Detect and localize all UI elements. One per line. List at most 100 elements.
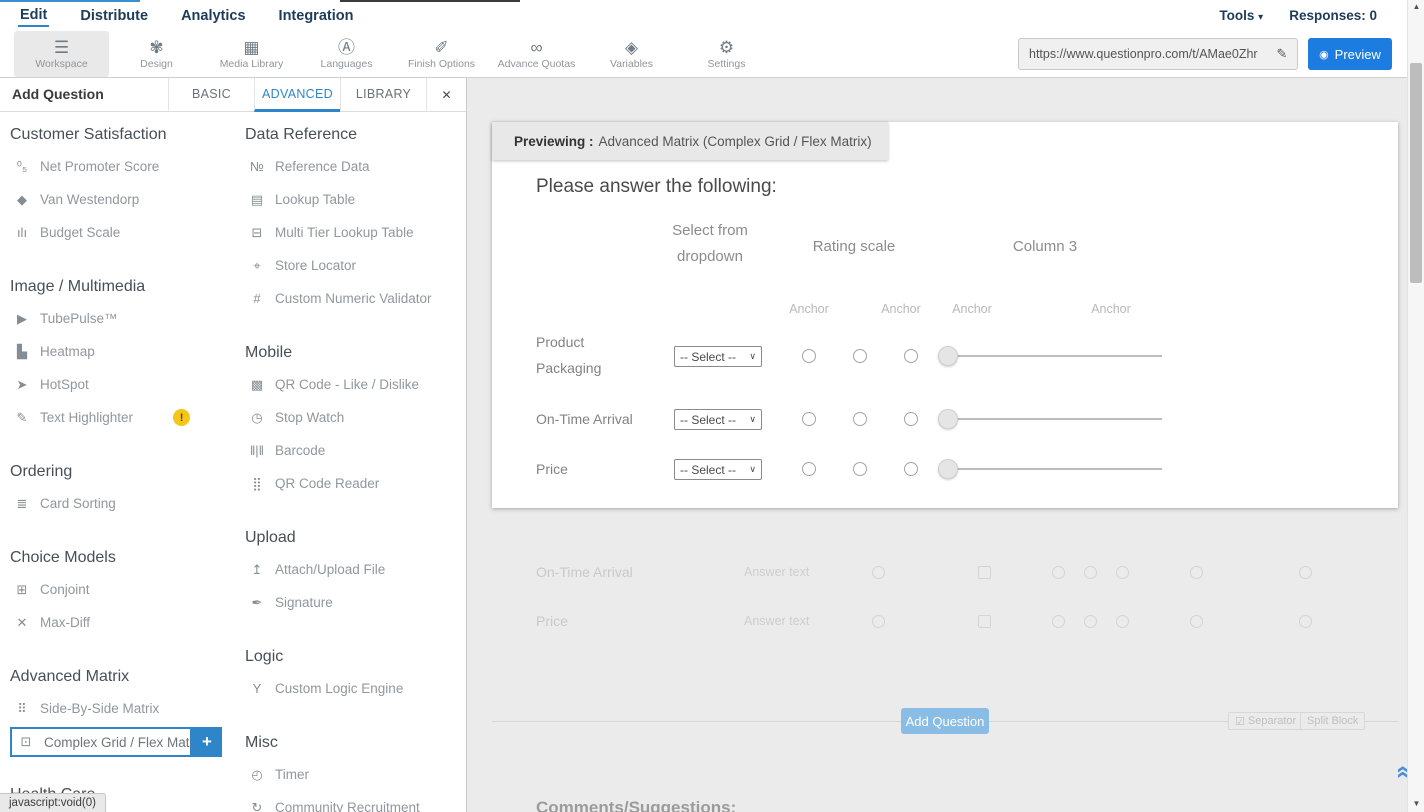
question-type-label: HotSpot [40, 377, 89, 392]
question-type-barcode[interactable]: ‖|‖Barcode [245, 434, 467, 467]
question-type-label: Custom Numeric Validator [275, 291, 432, 306]
question-type-store-locator[interactable]: ⌖Store Locator [245, 249, 467, 282]
matrix-dropdown-select[interactable]: -- Select --∨ [674, 459, 762, 480]
select-caret-icon: ∨ [749, 351, 756, 362]
question-type-qr-code-like-dislike[interactable]: ▩QR Code - Like / Dislike [245, 368, 467, 401]
matrix-dropdown-select[interactable]: -- Select --∨ [674, 409, 762, 430]
rating-radio-button[interactable] [904, 349, 918, 363]
slider-handle[interactable] [938, 459, 958, 479]
stop-watch-icon: ◷ [245, 410, 269, 426]
rating-radio-button[interactable] [802, 412, 816, 426]
survey-url-box: ✎ [1018, 38, 1298, 70]
question-type-community-recruitment[interactable]: ↻Community Recruitment [245, 791, 467, 812]
add-question-panel: Add Question BASICADVANCEDLIBRARY ✕ Cust… [0, 78, 467, 812]
nav-tab-analytics[interactable]: Analytics [179, 4, 247, 26]
question-type-hotspot[interactable]: ➤HotSpot [10, 368, 238, 401]
scroll-to-top-icon[interactable]: « [1394, 765, 1407, 778]
toolbar-item-languages[interactable]: ⒶLanguages [299, 31, 394, 77]
question-type-timer[interactable]: ◴Timer [245, 758, 467, 791]
toolbar-item-workspace[interactable]: ☰Workspace [14, 31, 109, 77]
rating-radio-button[interactable] [853, 412, 867, 426]
slider-track [938, 468, 1162, 470]
survey-preview-inner: Previewing : Advanced Matrix (Complex Gr… [492, 78, 1398, 812]
toolbar-item-label: Settings [708, 58, 746, 70]
question-type-qr-code-reader[interactable]: ⣿QR Code Reader [245, 467, 467, 500]
matrix-column-header-1: Select from dropdown [650, 218, 770, 270]
chevron-down-icon: ▾ [1258, 12, 1263, 23]
question-type-net-promoter-score[interactable]: ⁰₅Net Promoter Score [10, 150, 238, 183]
nav-tab-integration[interactable]: Integration [277, 4, 356, 26]
preview-button[interactable]: ◉ Preview [1308, 38, 1392, 70]
question-type-conjoint[interactable]: ⊞Conjoint [10, 573, 238, 606]
question-type-attach-upload-file[interactable]: ↥Attach/Upload File [245, 553, 467, 586]
timer-icon: ◴ [245, 767, 269, 783]
tools-dropdown[interactable]: Tools ▾ [1219, 8, 1263, 23]
status-bar-link-hint: javascript:void(0) [0, 793, 106, 812]
matrix-slider [938, 459, 1162, 479]
toolbar-item-label: Variables [610, 58, 653, 70]
question-type-tubepulse[interactable]: ▶TubePulse™ [10, 302, 238, 335]
question-type-heatmap[interactable]: ▙Heatmap [10, 335, 238, 368]
rating-radio-button[interactable] [904, 412, 918, 426]
scrollbar-down-arrow[interactable]: ▼ [1408, 799, 1424, 808]
matrix-row-label: On-Time Arrival [536, 406, 641, 432]
rating-radio-button[interactable] [904, 462, 918, 476]
tab-advanced[interactable]: ADVANCED [254, 78, 340, 112]
question-type-stop-watch[interactable]: ◷Stop Watch [245, 401, 467, 434]
section-customer-satisfaction: Customer Satisfaction⁰₅Net Promoter Scor… [10, 112, 238, 249]
section-heading: Advanced Matrix [10, 654, 238, 692]
rating-radio-button[interactable] [802, 349, 816, 363]
close-panel-button[interactable]: ✕ [426, 78, 466, 112]
toolbar-item-finish-options[interactable]: ✐Finish Options [394, 31, 489, 77]
responses-count[interactable]: Responses: 0 [1289, 8, 1377, 23]
question-type-van-westendorp[interactable]: ◆Van Westendorp [10, 183, 238, 216]
nav-tab-edit[interactable]: Edit [18, 3, 49, 27]
matrix-slider [938, 409, 1162, 429]
toolbar-item-media-library[interactable]: ▦Media Library [204, 31, 299, 77]
question-type-lookup-table[interactable]: ▤Lookup Table [245, 183, 467, 216]
edit-url-pencil-icon[interactable]: ✎ [1267, 46, 1297, 62]
matrix-dropdown-select[interactable]: -- Select --∨ [674, 346, 762, 367]
question-type-custom-logic-engine[interactable]: YCustom Logic Engine [245, 672, 467, 705]
toolbar-item-settings[interactable]: ⚙Settings [679, 31, 774, 77]
design-palette-icon: ✾ [149, 39, 163, 57]
question-type-custom-numeric-validator[interactable]: #Custom Numeric Validator [245, 282, 467, 315]
panel-column-2: Data Reference№Reference Data▤Lookup Tab… [245, 112, 467, 812]
question-type-reference-data[interactable]: №Reference Data [245, 150, 467, 183]
scrollbar-up-arrow[interactable]: ▲ [1408, 2, 1424, 11]
nav-tab-distribute[interactable]: Distribute [78, 4, 150, 26]
split-block-button[interactable]: Split Block [1300, 712, 1365, 730]
question-type-multi-tier-lookup-table[interactable]: ⊟Multi Tier Lookup Table [245, 216, 467, 249]
section-heading: Customer Satisfaction [10, 112, 238, 150]
section-heading: Misc [245, 720, 467, 758]
slider-handle[interactable] [938, 409, 958, 429]
editor-toolbar: ☰Workspace✾Design▦Media LibraryⒶLanguage… [0, 30, 1407, 78]
survey-url-input[interactable] [1019, 39, 1267, 69]
slider-handle[interactable] [938, 346, 958, 366]
rating-radio-button[interactable] [802, 462, 816, 476]
add-question-button[interactable]: Add Question [901, 708, 989, 734]
slider-track [938, 418, 1162, 420]
add-selected-question-button[interactable]: + [192, 727, 222, 757]
toolbar-item-design[interactable]: ✾Design [109, 31, 204, 77]
question-type-budget-scale[interactable]: ılıBudget Scale [10, 216, 238, 249]
faded-radio-button [1052, 566, 1065, 579]
question-type-text-highlighter[interactable]: ✎Text Highlighter! [10, 401, 238, 434]
tab-library[interactable]: LIBRARY [340, 78, 426, 112]
rating-radio-button[interactable] [853, 462, 867, 476]
separator-toggle-button[interactable]: ☑ Separator [1228, 712, 1303, 730]
question-type-card-sorting[interactable]: ≣Card Sorting [10, 487, 238, 520]
question-type-side-by-side-matrix[interactable]: ⠿Side-By-Side Matrix [10, 692, 238, 725]
question-type-signature[interactable]: ✒Signature [245, 586, 467, 619]
toolbar-item-label: Languages [321, 58, 373, 70]
panel-column-1: Customer Satisfaction⁰₅Net Promoter Scor… [10, 112, 238, 812]
question-type-complex-grid-flex-matrix[interactable]: ⊡Complex Grid / Flex Matrix [10, 727, 192, 757]
toolbar-item-variables[interactable]: ◈Variables [584, 31, 679, 77]
rating-radio-button[interactable] [853, 349, 867, 363]
toolbar-item-advance-quotas[interactable]: ∞Advance Quotas [489, 31, 584, 77]
section-heading: Mobile [245, 330, 467, 368]
faded-answer-text: Answer text [744, 565, 809, 579]
question-type-max-diff[interactable]: ✕Max-Diff [10, 606, 238, 639]
tab-basic[interactable]: BASIC [168, 78, 254, 112]
scrollbar-thumb[interactable] [1410, 63, 1422, 283]
